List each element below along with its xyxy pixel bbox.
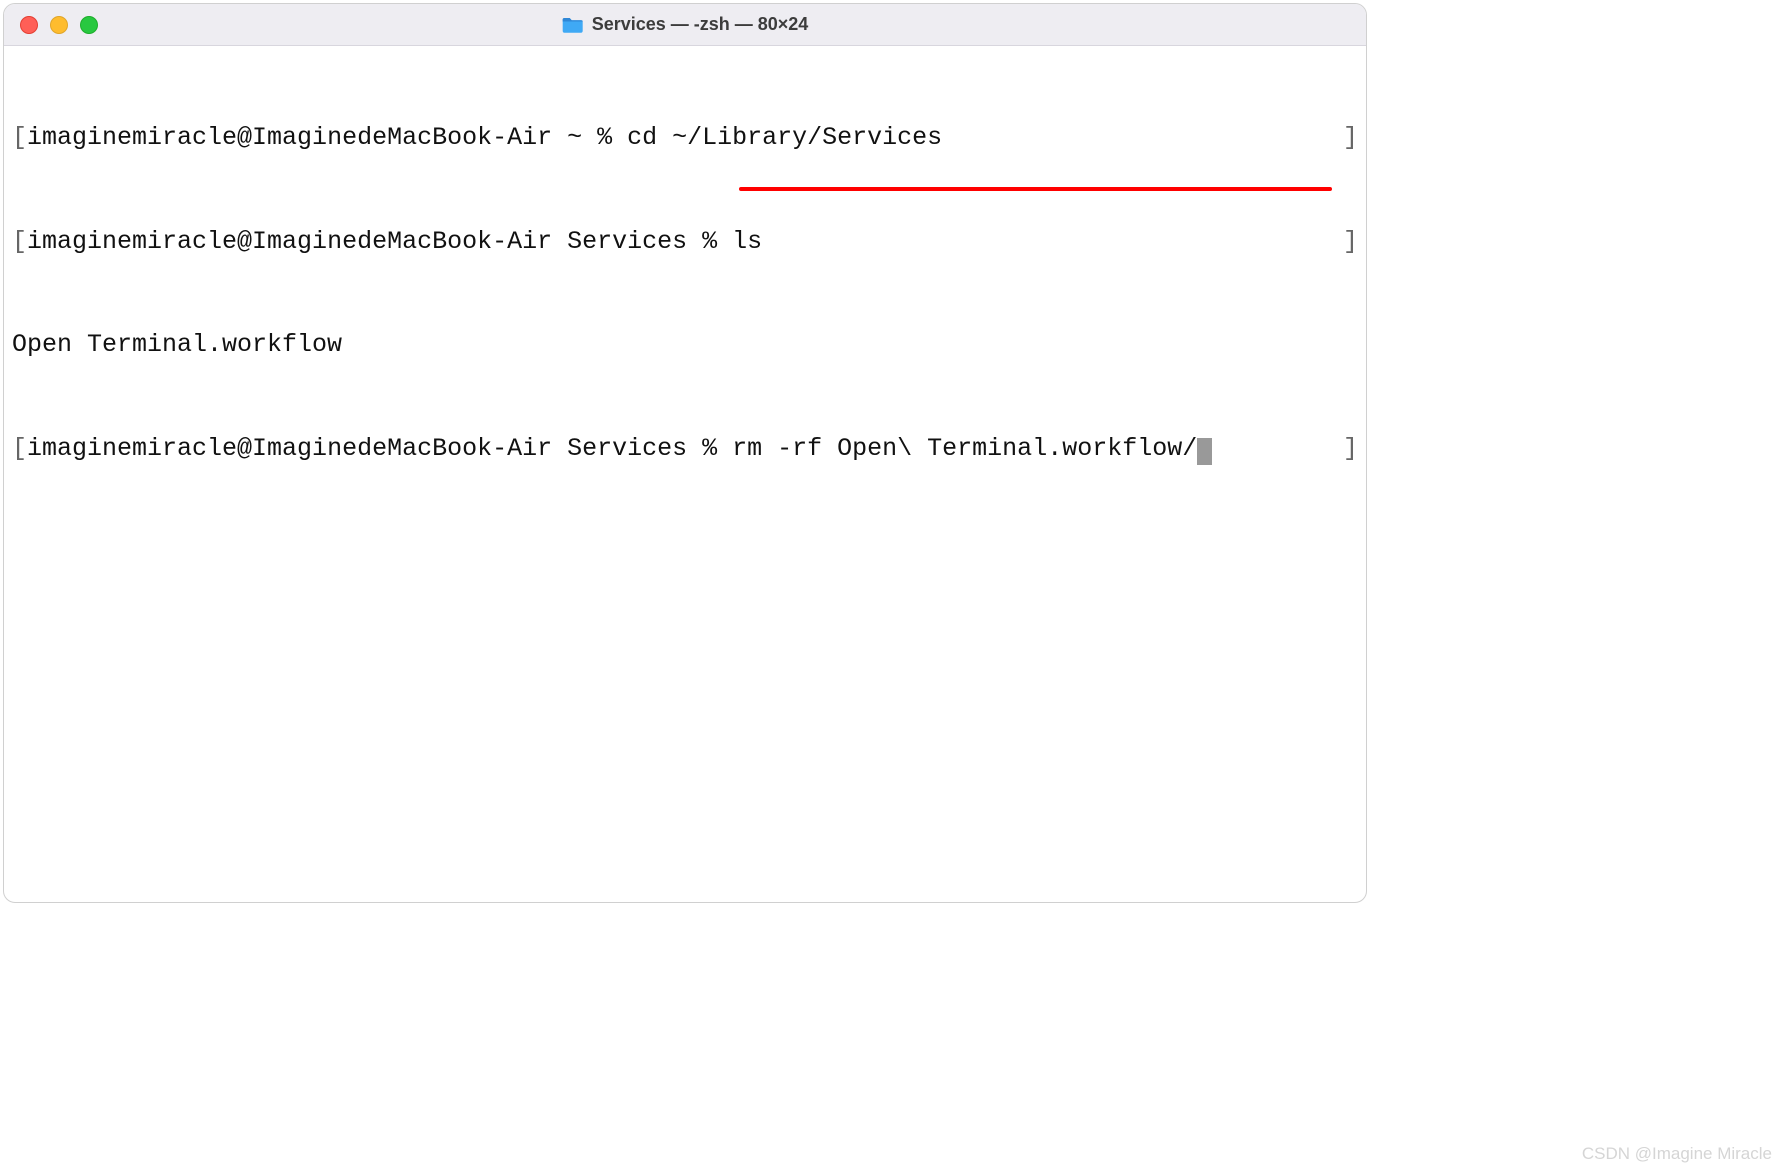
prompt: imaginemiracle@ImaginedeMacBook-Air Serv… [27,434,732,463]
terminal-line: [imaginemiracle@ImaginedeMacBook-Air Ser… [12,225,1358,260]
cursor [1197,438,1212,465]
terminal-line: [imaginemiracle@ImaginedeMacBook-Air Ser… [12,432,1358,467]
command-text: rm -rf Open\ Terminal.workflow/ [732,434,1197,463]
terminal-window: Services — -zsh — 80×24 [imaginemiracle@… [3,3,1367,903]
right-bracket: ] [1343,432,1358,467]
minimize-button[interactable] [50,16,68,34]
command-text: cd ~/Library/Services [627,123,942,152]
window-title-wrap: Services — -zsh — 80×24 [562,14,809,35]
right-bracket: ] [1343,121,1358,156]
close-button[interactable] [20,16,38,34]
titlebar[interactable]: Services — -zsh — 80×24 [4,4,1366,46]
window-title: Services — -zsh — 80×24 [592,14,809,35]
terminal-line: [imaginemiracle@ImaginedeMacBook-Air ~ %… [12,121,1358,156]
maximize-button[interactable] [80,16,98,34]
watermark: CSDN @Imagine Miracle [1582,1144,1772,1164]
right-bracket: ] [1343,225,1358,260]
terminal-body[interactable]: [imaginemiracle@ImaginedeMacBook-Air ~ %… [4,46,1366,902]
folder-icon [562,16,584,34]
prompt: imaginemiracle@ImaginedeMacBook-Air ~ % [27,123,627,152]
command-text: ls [732,227,762,256]
terminal-output: Open Terminal.workflow [12,328,1358,363]
traffic-lights [20,16,98,34]
prompt: imaginemiracle@ImaginedeMacBook-Air Serv… [27,227,732,256]
underline-annotation [1100,187,1332,191]
